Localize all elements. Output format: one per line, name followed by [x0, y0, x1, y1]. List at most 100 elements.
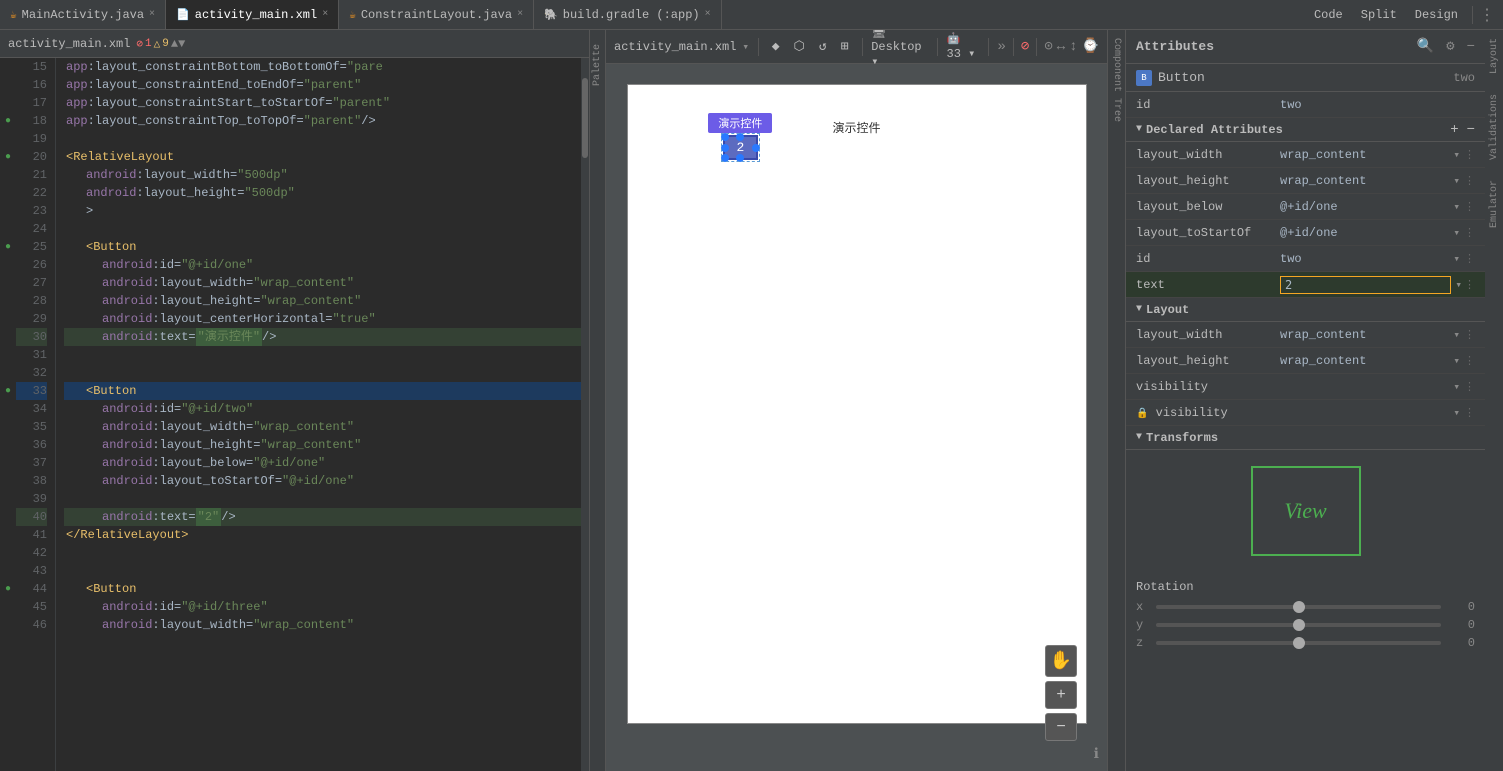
attr-label-layout-tostartof: layout_toStartOf	[1136, 226, 1276, 240]
code-line-16: app:layout_constraintEnd_toEndOf="parent…	[64, 76, 581, 94]
attr-lh-layout-dropdown[interactable]: ▾	[1453, 354, 1460, 368]
error-indicator-design[interactable]: ⊘	[1021, 38, 1029, 55]
code-text-area[interactable]: app:layout_constraintBottom_toBottomOf="…	[56, 58, 581, 771]
attr-lh-layout-text: wrap_content	[1280, 354, 1366, 368]
attr-lw-more[interactable]: ⋮	[1464, 148, 1475, 162]
rotation-z-slider[interactable]	[1156, 641, 1441, 645]
resize-handle-mr[interactable]	[752, 144, 760, 152]
canvas-info-btn[interactable]: ℹ	[1094, 746, 1099, 763]
live-mode-icon[interactable]: ⌚	[1082, 38, 1099, 55]
attr-value-lh-layout: wrap_content ▾ ⋮	[1280, 354, 1475, 368]
code-view-btn[interactable]: Code	[1306, 6, 1351, 24]
gutter-22	[0, 184, 16, 202]
design-mode-icon[interactable]: ◆	[768, 37, 784, 56]
validations-side-tab[interactable]: Validations	[1489, 94, 1500, 160]
rotation-y-slider[interactable]	[1156, 623, 1441, 627]
tab-constraint-layout[interactable]: ☕ ConstraintLayout.java ×	[339, 0, 534, 29]
gutter-17	[0, 94, 16, 112]
code-line-36: android:layout_height="wrap_content"	[64, 436, 581, 454]
close-tab-activity-main-xml[interactable]: ×	[322, 9, 328, 20]
overflow-menu[interactable]: ⋮	[1479, 5, 1495, 25]
transforms-section-header[interactable]: ▼ Transforms	[1126, 426, 1485, 450]
api-dropdown[interactable]: 🤖 33 ▾	[947, 32, 979, 61]
blueprint-mode-icon[interactable]: ⬡	[790, 37, 809, 56]
editor-scrollbar[interactable]	[581, 58, 589, 771]
tab-activity-main-xml[interactable]: 📄 activity_main.xml ×	[166, 0, 339, 29]
tab-main-activity[interactable]: ☕ MainActivity.java ×	[0, 0, 166, 29]
rotation-y-thumb[interactable]	[1293, 619, 1305, 631]
attr-lb-dropdown[interactable]: ▾	[1453, 200, 1460, 214]
rotation-x-slider[interactable]	[1156, 605, 1441, 609]
gutter-16	[0, 76, 16, 94]
declared-attrs-header[interactable]: ▼ Declared Attributes + −	[1126, 118, 1485, 142]
refresh-icon[interactable]: ↺	[815, 37, 831, 56]
code-line-18: app:layout_constraintTop_toTopOf="parent…	[64, 112, 581, 130]
design-canvas-area[interactable]: 演示控件 演示控件 2	[606, 64, 1107, 771]
dropdown-arrow-filename[interactable]: ▾	[742, 40, 749, 54]
scroll-thumb[interactable]	[582, 78, 588, 158]
attr-vis-lock-more[interactable]: ⋮	[1464, 406, 1475, 420]
attr-lts-more[interactable]: ⋮	[1464, 226, 1475, 240]
attr-lh-more[interactable]: ⋮	[1464, 174, 1475, 188]
attr-lw-dropdown[interactable]: ▾	[1453, 148, 1460, 162]
attr-lh-dropdown[interactable]: ▾	[1453, 174, 1460, 188]
warning-icon: △	[154, 37, 161, 51]
zoom-height-icon[interactable]: ↕	[1069, 39, 1077, 55]
emulator-side-tab[interactable]: Emulator	[1489, 180, 1500, 228]
zoom-fit-icon[interactable]: ⊙	[1044, 38, 1052, 55]
layout-side-tab[interactable]: Layout	[1489, 38, 1500, 74]
close-tab-constraint-layout[interactable]: ×	[517, 9, 523, 20]
rotation-x-thumb[interactable]	[1293, 601, 1305, 613]
attr-value-id: two	[1280, 98, 1475, 112]
api-dropdown-arrow[interactable]: ▾	[968, 47, 975, 61]
design-view-btn[interactable]: Design	[1407, 6, 1466, 24]
resize-handle-ml[interactable]	[721, 144, 729, 152]
attr-text-input[interactable]	[1280, 276, 1451, 294]
attr-lw-layout-dropdown[interactable]: ▾	[1453, 328, 1460, 342]
resize-handle-bl[interactable]	[721, 154, 729, 162]
device-dropdown[interactable]: 🖥 Desktop ▾	[871, 30, 928, 69]
attr-lh-layout-more[interactable]: ⋮	[1464, 354, 1475, 368]
editor-gutter: ● ● ● ●	[0, 58, 16, 771]
expand-toolbar-btn[interactable]: »	[997, 39, 1005, 55]
declared-attrs-remove-btn[interactable]: −	[1467, 122, 1475, 138]
error-expand-btn[interactable]: ▲▼	[171, 37, 185, 51]
rotation-title: Rotation	[1136, 580, 1475, 594]
zoom-in-icon[interactable]: ↔	[1057, 39, 1065, 55]
code-line-42	[64, 544, 581, 562]
rotation-x-label: x	[1136, 600, 1150, 614]
attr-vis-lock-dropdown[interactable]: ▾	[1453, 406, 1460, 420]
attr-lb-more[interactable]: ⋮	[1464, 200, 1475, 214]
resize-handle-tl[interactable]	[721, 133, 729, 141]
rotation-row-x: x 0	[1136, 600, 1475, 614]
attr-lts-dropdown[interactable]: ▾	[1453, 226, 1460, 240]
attr-text-dropdown[interactable]: ▾	[1455, 278, 1462, 292]
rotation-z-thumb[interactable]	[1293, 637, 1305, 649]
zoom-out-btn[interactable]: −	[1045, 713, 1077, 741]
attr-vis-dropdown[interactable]: ▾	[1453, 380, 1460, 394]
layout-section-header[interactable]: ▼ Layout	[1126, 298, 1485, 322]
layout-icon[interactable]: ⊞	[837, 37, 853, 56]
attr-id-dropdown[interactable]: ▾	[1453, 252, 1460, 266]
attr-text-more[interactable]: ⋮	[1464, 278, 1475, 292]
attr-settings-btn[interactable]: ⚙	[1446, 38, 1454, 55]
attr-search-btn[interactable]: 🔍	[1417, 38, 1434, 55]
zoom-in-btn[interactable]: +	[1045, 681, 1077, 709]
attr-vis-more[interactable]: ⋮	[1464, 380, 1475, 394]
attr-close-btn[interactable]: −	[1467, 39, 1475, 55]
resize-handle-tm[interactable]	[736, 133, 744, 141]
attr-lw-layout-more[interactable]: ⋮	[1464, 328, 1475, 342]
canvas-button-2[interactable]: 2	[723, 135, 759, 160]
resize-handle-bm[interactable]	[736, 154, 744, 162]
close-tab-build-gradle[interactable]: ×	[705, 9, 711, 20]
declared-attrs-add-btn[interactable]: +	[1450, 122, 1458, 138]
attr-id-more[interactable]: ⋮	[1464, 252, 1475, 266]
tab-label-constraint-layout: ConstraintLayout.java	[361, 8, 512, 22]
split-view-btn[interactable]: Split	[1353, 6, 1405, 24]
gutter-34	[0, 400, 16, 418]
component-tree-tab[interactable]: Component Tree	[1107, 30, 1125, 771]
tab-build-gradle[interactable]: 🐘 build.gradle (:app) ×	[534, 0, 722, 29]
canvas-button-2-wrapper[interactable]: 演示控件 2	[723, 135, 759, 160]
close-tab-main-activity[interactable]: ×	[149, 9, 155, 20]
hand-tool-btn[interactable]: ✋	[1045, 645, 1077, 677]
